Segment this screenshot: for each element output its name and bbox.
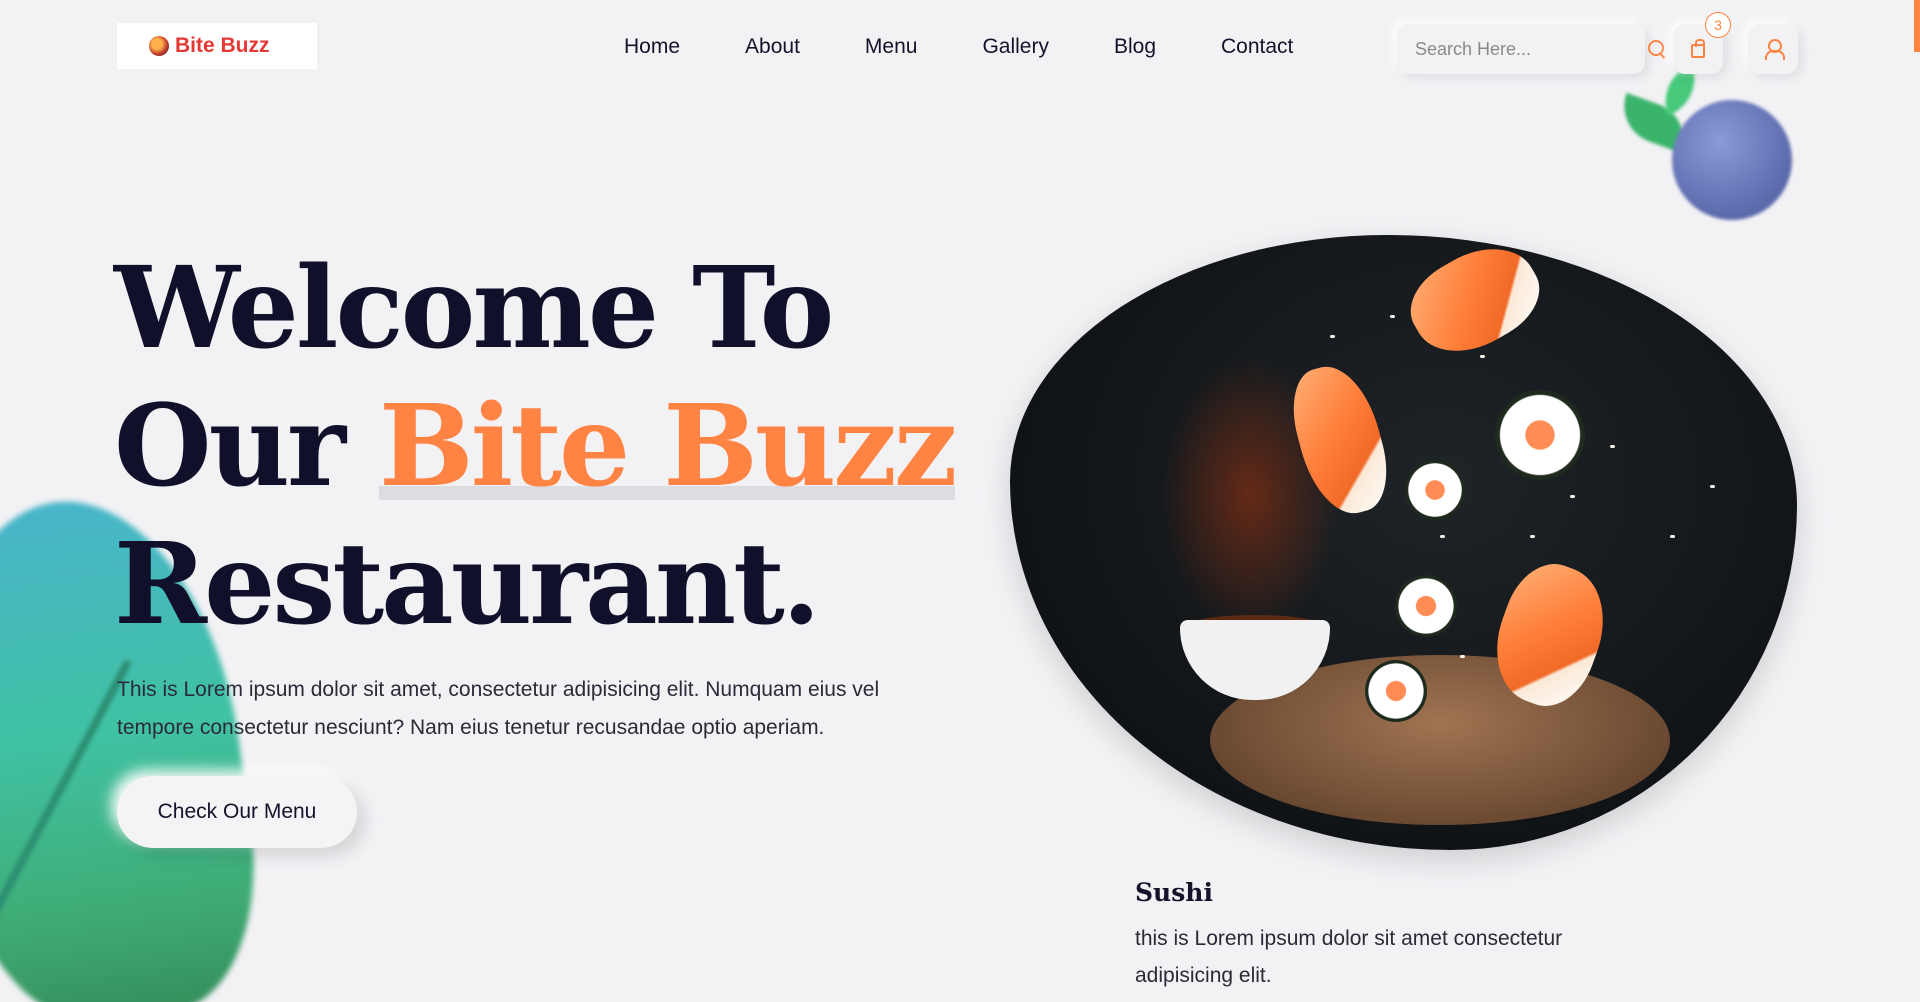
hero-title-line1: Welcome To <box>114 243 834 374</box>
maki-roll <box>1495 390 1585 480</box>
nigiri-piece <box>1396 235 1554 372</box>
search-box <box>1397 24 1664 74</box>
user-button[interactable] <box>1748 24 1798 74</box>
cart-count-badge: 3 <box>1705 12 1731 38</box>
featured-dish-title: Sushi <box>1135 878 1213 907</box>
hero-title-line2-prefix: Our <box>114 381 379 512</box>
burger-logo-icon <box>149 36 169 56</box>
nav-item-contact[interactable]: Contact <box>1221 35 1293 59</box>
main-nav: Home About Menu Gallery Blog Contact <box>624 35 1293 59</box>
maki-roll <box>1395 575 1457 637</box>
nav-item-home[interactable]: Home <box>624 35 680 59</box>
brand-logo[interactable]: Bite Buzz <box>117 23 317 69</box>
blueberry-decoration <box>1672 100 1792 220</box>
cart-button[interactable]: 3 <box>1673 12 1731 74</box>
shopping-bag-icon <box>1691 39 1705 58</box>
search-input[interactable] <box>1415 38 1647 60</box>
scrollbar-thumb[interactable] <box>1914 0 1920 52</box>
maki-roll <box>1405 460 1465 520</box>
nav-item-blog[interactable]: Blog <box>1114 35 1156 59</box>
hero-title-highlight: Bite Buzz <box>379 381 957 512</box>
user-icon <box>1763 39 1785 60</box>
check-our-menu-button[interactable]: Check Our Menu <box>117 776 357 848</box>
hero-description: This is Lorem ipsum dolor sit amet, cons… <box>117 678 880 739</box>
featured-dish-image <box>1010 235 1797 850</box>
nav-item-about[interactable]: About <box>745 35 800 59</box>
brand-name: Bite Buzz <box>175 34 270 57</box>
hero-title-line3: Restaurant. <box>114 519 821 650</box>
featured-dish-description: this is Lorem ipsum dolor sit amet conse… <box>1135 927 1563 987</box>
nav-item-menu[interactable]: Menu <box>865 35 918 59</box>
hero-title: Welcome To Our Bite Buzz Restaurant. <box>114 240 974 654</box>
nav-item-gallery[interactable]: Gallery <box>982 35 1049 59</box>
maki-roll <box>1365 660 1427 722</box>
